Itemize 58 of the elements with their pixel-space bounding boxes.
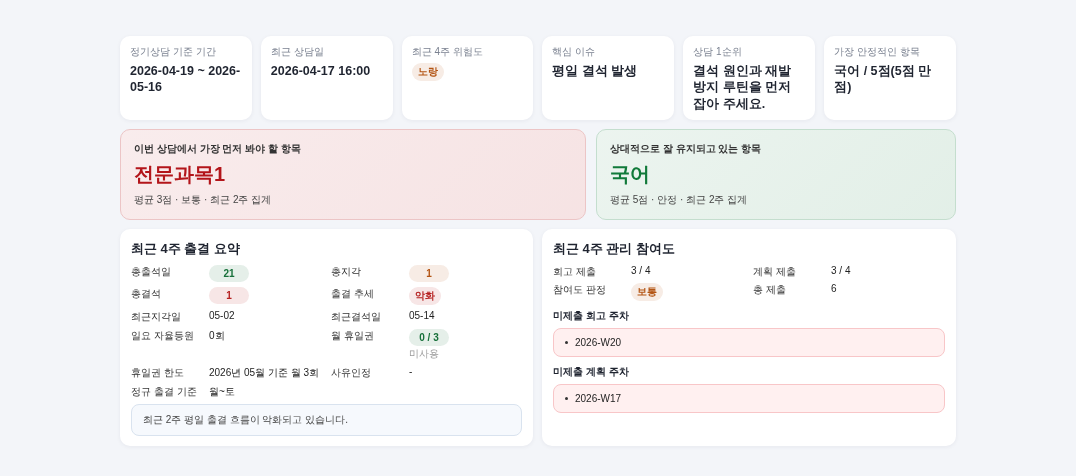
card-value: 평일 결석 발생 xyxy=(552,63,638,80)
field-label: 회고 제출 xyxy=(553,265,596,279)
panel-title: 최근 4주 출결 요약 xyxy=(131,240,241,258)
highlight-title: 국어 xyxy=(610,162,651,187)
notice-box: 최근 2주 평일 출결 흐름이 악화되고 있습니다. xyxy=(131,404,522,436)
highlight-title: 전문과목1 xyxy=(134,162,227,187)
count-badge: 0 / 3 xyxy=(409,329,449,346)
field-value: - xyxy=(409,366,413,377)
bullet-icon xyxy=(565,341,568,344)
card-value: 2026-04-19 ~ 2026-05-16 xyxy=(130,63,242,96)
field-label: 사유인정 xyxy=(331,366,371,380)
field-label: 정규 출결 기준 xyxy=(131,385,197,399)
section-heading: 미제출 계획 주차 xyxy=(553,365,629,379)
field-value: 05-02 xyxy=(209,310,235,321)
highlight-label: 이번 상담에서 가장 먼저 봐야 할 항목 xyxy=(134,142,302,156)
field-value: 3 / 4 xyxy=(831,265,851,276)
field-label: 계획 제출 xyxy=(753,265,796,279)
field-label: 휴일권 한도 xyxy=(131,366,184,380)
card-value: 결석 원인과 재발 방지 루틴을 먼저 잡아 주세요. xyxy=(693,63,793,112)
field-value: 0회 xyxy=(209,329,225,343)
card-label: 정기상담 기준 기간 xyxy=(130,45,216,59)
field-value: 05-14 xyxy=(409,310,435,321)
field-value: 3 / 4 xyxy=(631,265,651,276)
section-heading: 미제출 회고 주차 xyxy=(553,309,629,323)
card-label: 최근 4주 위험도 xyxy=(411,45,483,59)
highlight-detail: 평균 3점 · 보통 · 최근 2주 집계 xyxy=(134,193,273,207)
field-label: 월 휴일권 xyxy=(331,329,374,343)
bullet-icon xyxy=(565,397,568,400)
highlight-label: 상대적으로 잘 유지되고 있는 항목 xyxy=(610,142,763,156)
panel-title: 최근 4주 관리 참여도 xyxy=(553,240,676,258)
card-label: 핵심 이슈 xyxy=(552,45,596,59)
card-label: 상담 1순위 xyxy=(693,45,742,59)
field-value: 6 xyxy=(831,283,837,294)
field-label: 총지각 xyxy=(331,265,361,279)
field-label: 총결석 xyxy=(131,287,161,301)
week-item: 2026-W17 xyxy=(575,393,622,404)
week-item: 2026-W20 xyxy=(575,337,622,348)
field-label: 최근결석일 xyxy=(331,310,381,324)
field-label: 총출석일 xyxy=(131,265,171,279)
card-label: 가장 안정적인 항목 xyxy=(834,45,920,59)
status-badge: 악화 xyxy=(409,287,441,305)
card-value: 2026-04-17 16:00 xyxy=(270,63,371,80)
count-badge: 1 xyxy=(409,265,449,282)
count-badge: 21 xyxy=(209,265,249,282)
field-label: 총 제출 xyxy=(753,283,786,297)
field-label: 최근지각일 xyxy=(131,310,181,324)
status-badge: 노랑 xyxy=(411,63,444,81)
field-value: 월~토 xyxy=(209,385,235,399)
field-label: 일요 자율등원 xyxy=(131,329,194,343)
field-value: 2026년 05월 기준 월 3회 xyxy=(209,366,320,380)
field-label: 출결 추세 xyxy=(331,287,374,301)
highlight-detail: 평균 5점 · 안정 · 최근 2주 집계 xyxy=(610,193,749,207)
field-label: 참여도 판정 xyxy=(553,283,606,297)
card-value: 국어 / 5점(5점 만점) xyxy=(834,63,933,96)
status-badge: 보통 xyxy=(631,283,663,301)
field-note: 미사용 xyxy=(409,347,439,361)
card-label: 최근 상담일 xyxy=(270,45,324,59)
count-badge: 1 xyxy=(209,287,249,304)
